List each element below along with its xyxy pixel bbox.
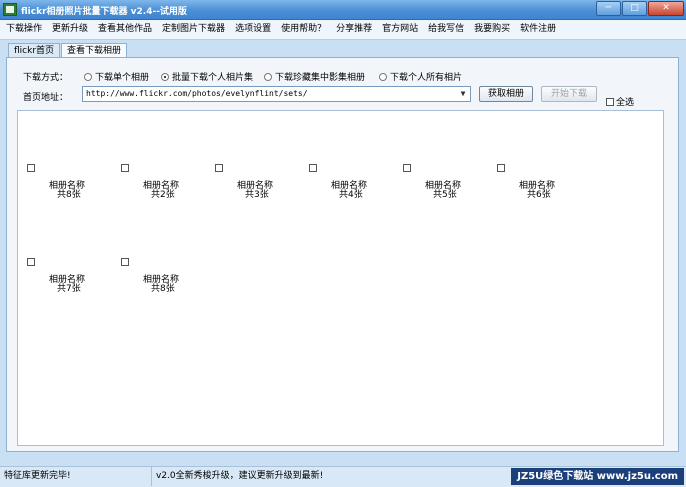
radio-single-album[interactable]: 下载单个相册 — [84, 70, 149, 83]
window-controls: ─ □ ✕ — [596, 1, 684, 16]
album-count: 共3张 — [245, 190, 269, 200]
album-count: 共8张 — [57, 190, 81, 200]
url-combobox[interactable]: http://www.flickr.com/photos/evelynflint… — [82, 86, 471, 102]
menu-custom-downloader[interactable]: 定制图片下载器 — [156, 20, 229, 39]
album-checkbox[interactable] — [27, 258, 35, 266]
album-checkbox[interactable] — [403, 164, 411, 172]
album-item[interactable]: 相册名称 共5张 — [403, 164, 483, 204]
menu-other-works[interactable]: 查看其他作品 — [92, 20, 156, 39]
album-count: 共4张 — [339, 190, 363, 200]
radio-label: 下载个人所有相片 — [390, 73, 463, 83]
album-checkbox[interactable] — [121, 164, 129, 172]
menu-register[interactable]: 软件注册 — [514, 20, 560, 39]
album-item[interactable]: 相册名称 共8张 — [121, 258, 201, 298]
checkbox-box — [606, 97, 614, 106]
status-left: 特征库更新完毕! — [0, 467, 152, 486]
menu-download[interactable]: 下载操作 — [0, 20, 46, 39]
radio-dot-selected — [161, 72, 169, 81]
title-bar[interactable]: flickr相册照片批量下载器 v2.4--试用版 ─ □ ✕ — [0, 0, 686, 20]
status-bar: 特征库更新完毕! v2.0全新秀梭升级，建议更新升级到最新! JZ5U绿色下载站… — [0, 466, 686, 487]
chevron-down-icon[interactable]: ▼ — [457, 88, 469, 100]
start-download-button[interactable]: 开始下载 — [541, 86, 597, 102]
fetch-albums-button[interactable]: 获取相册 — [479, 86, 533, 102]
album-item[interactable]: 相册名称 共3张 — [215, 164, 295, 204]
status-message: v2.0全新秀梭升级，建议更新升级到最新! — [156, 471, 324, 481]
select-all-label: 全选 — [616, 98, 635, 108]
radio-label: 下载单个相册 — [95, 73, 150, 83]
minimize-button[interactable]: ─ — [596, 1, 621, 16]
menu-share[interactable]: 分享推荐 — [330, 20, 376, 39]
menu-options[interactable]: 选项设置 — [229, 20, 275, 39]
select-all-checkbox[interactable]: 全选 — [606, 95, 634, 108]
menu-website[interactable]: 官方网站 — [376, 20, 422, 39]
album-checkbox[interactable] — [309, 164, 317, 172]
close-button[interactable]: ✕ — [648, 1, 684, 16]
watermark-badge: JZ5U绿色下载站 www.jz5u.com — [511, 468, 684, 485]
album-count: 共2张 — [151, 190, 175, 200]
radio-label: 批量下载个人相片集 — [172, 73, 254, 83]
app-icon — [3, 3, 17, 16]
album-count: 共7张 — [57, 284, 81, 294]
menu-update[interactable]: 更新升级 — [46, 20, 92, 39]
radio-label: 下载珍藏集中影集相册 — [275, 73, 366, 83]
radio-dot — [264, 72, 272, 81]
menu-contact[interactable]: 给我写信 — [422, 20, 468, 39]
album-list: 相册名称 共8张 相册名称 共2张 相册名称 共3张 相册名称 共4张 相册名称… — [17, 110, 664, 446]
main-panel: 下载方式： 下载单个相册 批量下载个人相片集 下载珍藏集中影集相册 下载个人所有… — [6, 57, 679, 452]
album-count: 共5张 — [433, 190, 457, 200]
album-count: 共6张 — [527, 190, 551, 200]
album-item[interactable]: 相册名称 共2张 — [121, 164, 201, 204]
album-checkbox[interactable] — [215, 164, 223, 172]
album-item[interactable]: 相册名称 共8张 — [27, 164, 107, 204]
album-item[interactable]: 相册名称 共4张 — [309, 164, 389, 204]
menu-help[interactable]: 使用帮助？ — [275, 20, 330, 39]
radio-collections[interactable]: 下载珍藏集中影集相册 — [264, 70, 365, 83]
radio-batch-sets[interactable]: 批量下载个人相片集 — [161, 70, 253, 83]
album-checkbox[interactable] — [497, 164, 505, 172]
menu-buy[interactable]: 我要购买 — [468, 20, 514, 39]
radio-dot — [84, 72, 92, 81]
radio-dot — [379, 72, 387, 81]
album-count: 共8张 — [151, 284, 175, 294]
album-checkbox[interactable] — [121, 258, 129, 266]
tab-view-albums[interactable]: 查看下载相册 — [61, 43, 128, 58]
radio-all-photos[interactable]: 下载个人所有相片 — [379, 70, 462, 83]
url-label: 首页地址： — [23, 93, 69, 103]
menu-bar: 下载操作 更新升级 查看其他作品 定制图片下载器 选项设置 使用帮助？ 分享推荐… — [0, 20, 686, 40]
album-item[interactable]: 相册名称 共6张 — [497, 164, 577, 204]
album-item[interactable]: 相册名称 共7张 — [27, 258, 107, 298]
album-checkbox[interactable] — [27, 164, 35, 172]
window-title: flickr相册照片批量下载器 v2.4--试用版 — [21, 7, 187, 17]
maximize-button[interactable]: □ — [622, 1, 647, 16]
mode-label: 下载方式： — [23, 73, 69, 83]
tab-strip: flickr首页 查看下载相册 — [8, 43, 128, 58]
tab-flickr-home[interactable]: flickr首页 — [8, 43, 61, 57]
url-value: http://www.flickr.com/photos/evelynflint… — [86, 89, 308, 98]
